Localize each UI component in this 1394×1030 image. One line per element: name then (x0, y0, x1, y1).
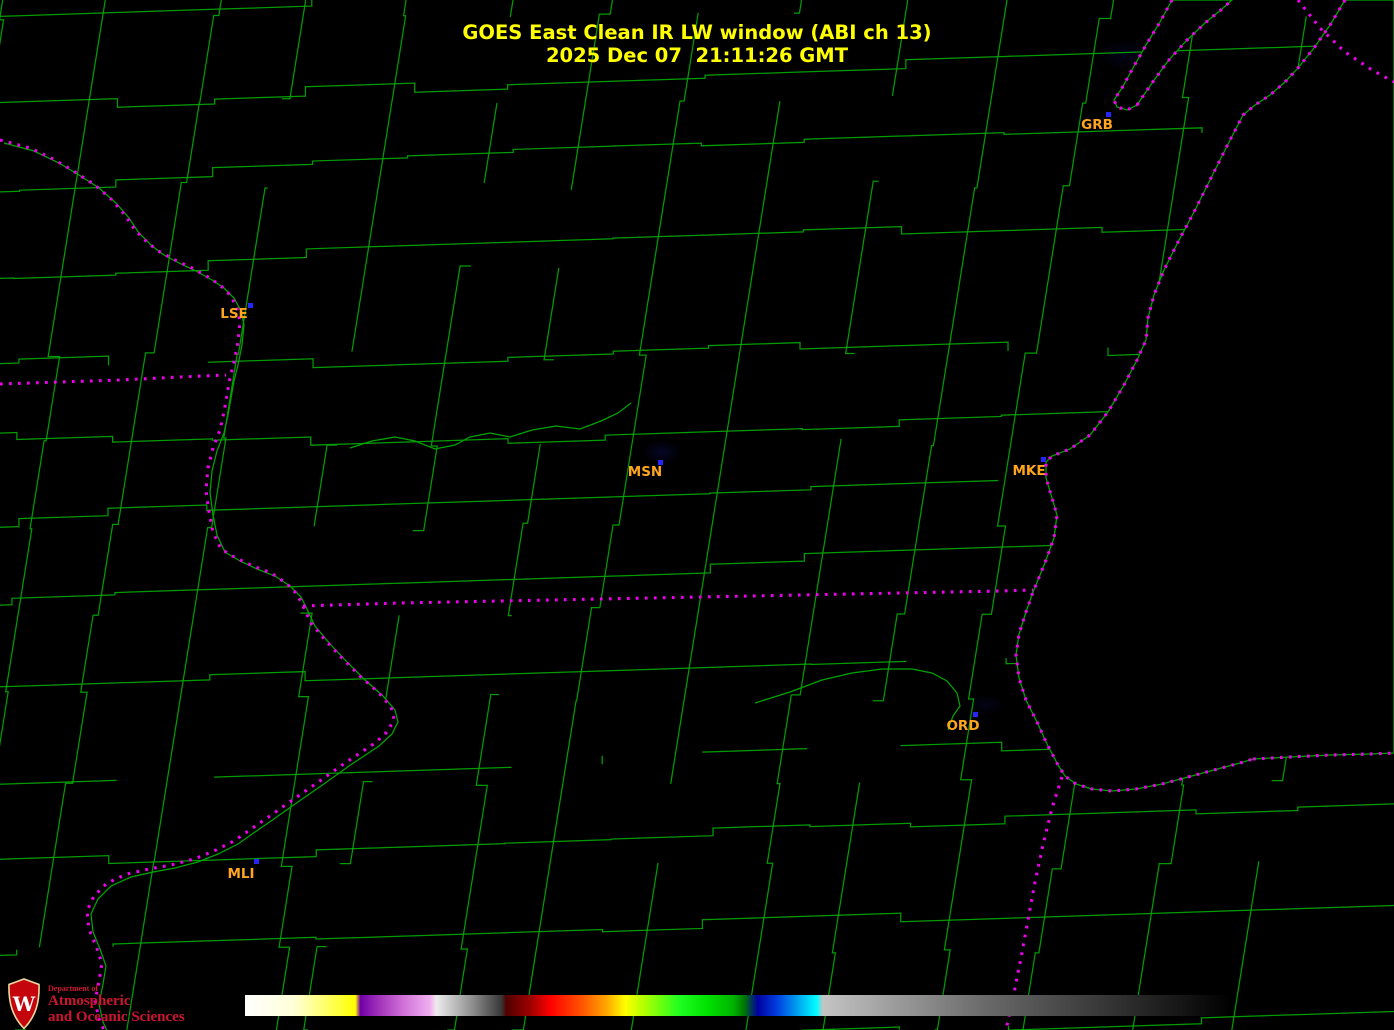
station-label: MLI (227, 866, 255, 882)
station-dot (254, 859, 259, 864)
border-mn_ia_border (0, 373, 227, 386)
station-dot (1041, 457, 1046, 462)
uw-aos-logo: W Department of Atmospheric and Oceanic … (6, 978, 185, 1030)
logo-text: Department of Atmospheric and Oceanic Sc… (48, 978, 185, 1025)
logo-name-line-2: and Oceanic Sciences (48, 1009, 185, 1025)
uw-crest-icon: W (8, 978, 40, 1030)
ir-temperature-colorbar (245, 995, 1231, 1016)
station-dot (973, 712, 978, 717)
station-label: LSE (220, 306, 248, 322)
river-boundaries (3, 142, 961, 1030)
uw-monogram: W (12, 992, 36, 1016)
satellite-map (0, 0, 1394, 1030)
title-line-1: GOES East Clean IR LW window (ABI ch 13) (462, 21, 932, 44)
station-dot (248, 303, 253, 308)
logo-dept-line: Department of (48, 984, 98, 993)
station-label: MSN (627, 464, 663, 480)
border-wi_il_border (302, 588, 1034, 608)
logo-name-line-1: Atmospheric (48, 993, 131, 1009)
station-label: MKE (1012, 463, 1046, 479)
station-label: ORD (946, 718, 980, 734)
water-bodies (1015, 0, 1394, 792)
goes-ir-map-screen: { "header": { "line1": "GOES East Clean … (0, 0, 1394, 1030)
station-label: GRB (1081, 117, 1113, 133)
title-line-2: 2025 Dec 07 21:11:26 GMT (545, 44, 849, 67)
image-title: GOES East Clean IR LW window (ABI ch 13)… (0, 21, 1394, 67)
